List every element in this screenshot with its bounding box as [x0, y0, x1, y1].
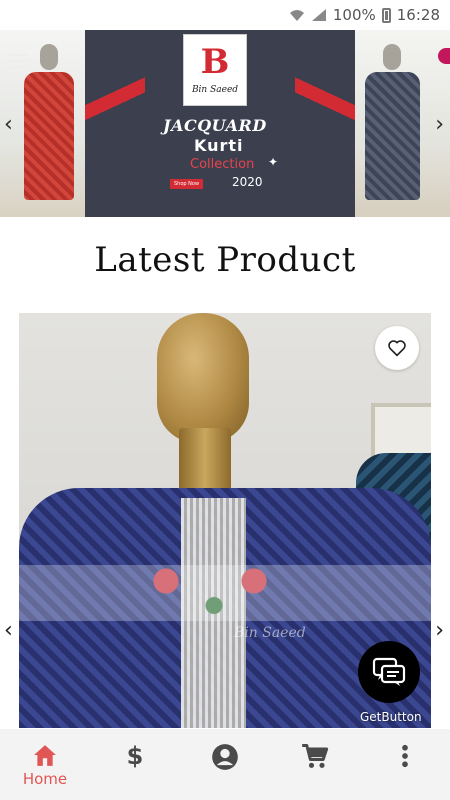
- banner-next-arrow-icon[interactable]: ›: [435, 114, 444, 136]
- battery-icon: [381, 7, 391, 23]
- nav-item-home[interactable]: Home: [5, 743, 85, 788]
- shop-now-button[interactable]: Shop Now: [170, 179, 204, 189]
- more-vert-icon: [402, 744, 408, 768]
- banner-prev-arrow-icon[interactable]: ‹: [4, 114, 13, 136]
- clock: 16:28: [396, 6, 440, 24]
- cart-icon: [302, 744, 329, 768]
- banner-product: Kurti: [194, 136, 244, 155]
- dollar-icon: $: [126, 742, 144, 770]
- account-icon: [212, 744, 238, 770]
- chat-widget-button[interactable]: [358, 641, 420, 703]
- banner-headline: JACQUARD: [163, 116, 267, 135]
- product-next-arrow-icon[interactable]: ›: [435, 620, 444, 642]
- side-tab-indicator[interactable]: [438, 48, 450, 64]
- brand-logo: B Bin Saeed: [183, 34, 247, 106]
- mannequin-head: [157, 313, 249, 443]
- nav-item-pricing[interactable]: $: [95, 743, 175, 769]
- app-screen: 100% 16:28 B Bin Saeed JACQUARD Kurti Co…: [0, 0, 450, 800]
- nav-item-cart[interactable]: [275, 743, 355, 769]
- bottom-nav: Home $: [0, 729, 450, 800]
- brand-logo-mark: B: [200, 42, 230, 82]
- heart-icon: [388, 340, 406, 357]
- nav-item-more[interactable]: [365, 743, 445, 769]
- favorite-button[interactable]: [375, 326, 419, 370]
- banner-dress-left: [24, 72, 74, 200]
- status-bar: 100% 16:28: [0, 0, 450, 30]
- product-prev-arrow-icon[interactable]: ‹: [4, 620, 13, 642]
- chat-bubbles-icon: [372, 657, 406, 686]
- signal-icon: [311, 9, 326, 21]
- section-title: Latest Product: [94, 240, 356, 280]
- banner-year: 2020: [232, 175, 263, 189]
- home-icon: [34, 745, 56, 766]
- brand-logo-text: Bin Saeed: [191, 85, 239, 95]
- mannequin-right-head: [383, 44, 401, 70]
- banner-dress-right: [365, 72, 420, 200]
- nav-item-account[interactable]: [185, 743, 265, 771]
- product-watermark: Bin Saeed: [234, 625, 306, 641]
- image-overlay-band: [19, 565, 431, 621]
- nav-home-label: Home: [22, 770, 68, 788]
- chat-widget-label: GetButton: [360, 710, 422, 724]
- mannequin-left-head: [40, 44, 58, 70]
- sparkle-icon: ✦: [268, 155, 279, 169]
- banner-collection: Collection: [190, 157, 255, 172]
- menu-icon[interactable]: [10, 54, 28, 72]
- battery-percent: 100%: [332, 6, 376, 24]
- promo-banner[interactable]: B Bin Saeed JACQUARD Kurti Collection ✦ …: [0, 30, 450, 217]
- wifi-icon: [289, 10, 304, 21]
